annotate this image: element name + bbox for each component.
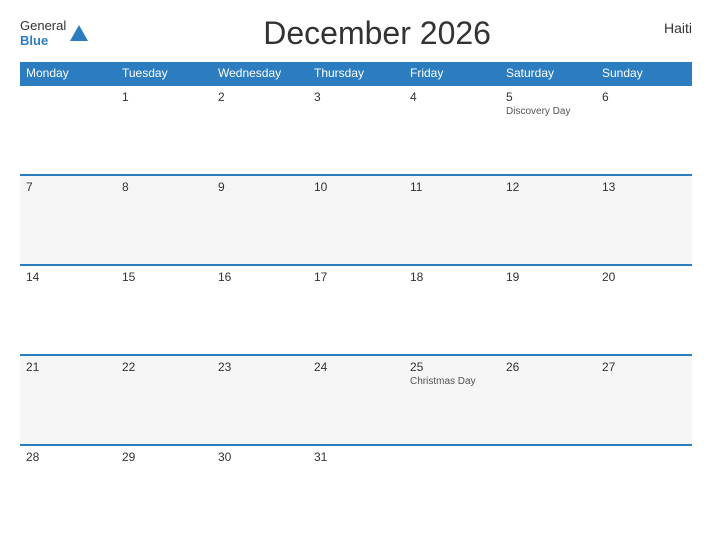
calendar-cell: 16 [212,265,308,355]
calendar-cell: 18 [404,265,500,355]
calendar-cell: 19 [500,265,596,355]
calendar-cell: 1 [116,85,212,175]
day-number: 13 [602,180,686,194]
day-number: 22 [122,360,206,374]
calendar-cell: 2 [212,85,308,175]
event-name: Discovery Day [506,106,590,117]
weekday-header-row: MondayTuesdayWednesdayThursdayFridaySatu… [20,62,692,85]
calendar-cell: 24 [308,355,404,445]
day-number: 25 [410,360,494,374]
day-number: 18 [410,270,494,284]
day-number: 28 [26,450,110,464]
calendar-cell: 9 [212,175,308,265]
calendar-cell: 30 [212,445,308,535]
event-name: Christmas Day [410,376,494,387]
calendar-title: December 2026 [90,15,664,52]
day-number: 23 [218,360,302,374]
day-number: 26 [506,360,590,374]
calendar-cell: 4 [404,85,500,175]
weekday-header-tuesday: Tuesday [116,62,212,85]
logo-general-text: General [20,19,66,33]
calendar-week-4: 21 22 23 24 25 Christmas Day 26 27 [20,355,692,445]
calendar-cell: 21 [20,355,116,445]
calendar-cell: 27 [596,355,692,445]
day-number: 21 [26,360,110,374]
weekday-header-wednesday: Wednesday [212,62,308,85]
calendar-cell: 5 Discovery Day [500,85,596,175]
day-number: 11 [410,180,494,194]
calendar-cell: 7 [20,175,116,265]
calendar-cell: 31 [308,445,404,535]
page-header: General Blue December 2026 Haiti [20,15,692,52]
day-number: 5 [506,90,590,104]
weekday-header-friday: Friday [404,62,500,85]
calendar-cell: 28 [20,445,116,535]
day-number: 9 [218,180,302,194]
logo: General Blue [20,19,90,48]
calendar-cell: 11 [404,175,500,265]
calendar-cell: 25 Christmas Day [404,355,500,445]
day-number: 19 [506,270,590,284]
weekday-header-saturday: Saturday [500,62,596,85]
calendar-cell: 14 [20,265,116,355]
calendar-week-2: 789 10 11 12 13 [20,175,692,265]
day-number: 31 [314,450,398,464]
day-number: 2 [218,90,302,104]
calendar-week-3: 14 15 16 17 18 19 20 [20,265,692,355]
day-number: 8 [122,180,206,194]
day-number: 14 [26,270,110,284]
calendar-cell: 12 [500,175,596,265]
day-number: 12 [506,180,590,194]
day-number: 30 [218,450,302,464]
calendar-cell: 23 [212,355,308,445]
calendar-week-5: 28 29 30 31 [20,445,692,535]
calendar-cell [404,445,500,535]
calendar-week-1: 12345 Discovery Day 6 [20,85,692,175]
day-number: 10 [314,180,398,194]
calendar-cell: 17 [308,265,404,355]
day-number: 20 [602,270,686,284]
calendar-cell: 15 [116,265,212,355]
day-number: 16 [218,270,302,284]
day-number: 6 [602,90,686,104]
calendar-table: MondayTuesdayWednesdayThursdayFridaySatu… [20,62,692,535]
day-number: 1 [122,90,206,104]
calendar-cell [500,445,596,535]
day-number: 29 [122,450,206,464]
calendar-cell [20,85,116,175]
calendar-cell: 26 [500,355,596,445]
day-number: 3 [314,90,398,104]
calendar-cell: 20 [596,265,692,355]
calendar-cell: 22 [116,355,212,445]
calendar-cell: 6 [596,85,692,175]
day-number: 4 [410,90,494,104]
calendar-cell [596,445,692,535]
country-label: Haiti [664,20,692,36]
logo-blue-text: Blue [20,34,66,48]
weekday-header-thursday: Thursday [308,62,404,85]
calendar-cell: 8 [116,175,212,265]
day-number: 17 [314,270,398,284]
weekday-header-monday: Monday [20,62,116,85]
calendar-cell: 13 [596,175,692,265]
day-number: 15 [122,270,206,284]
weekday-header-sunday: Sunday [596,62,692,85]
calendar-cell: 29 [116,445,212,535]
day-number: 24 [314,360,398,374]
day-number: 7 [26,180,110,194]
logo-icon [68,23,90,45]
calendar-cell: 10 [308,175,404,265]
day-number: 27 [602,360,686,374]
calendar-cell: 3 [308,85,404,175]
